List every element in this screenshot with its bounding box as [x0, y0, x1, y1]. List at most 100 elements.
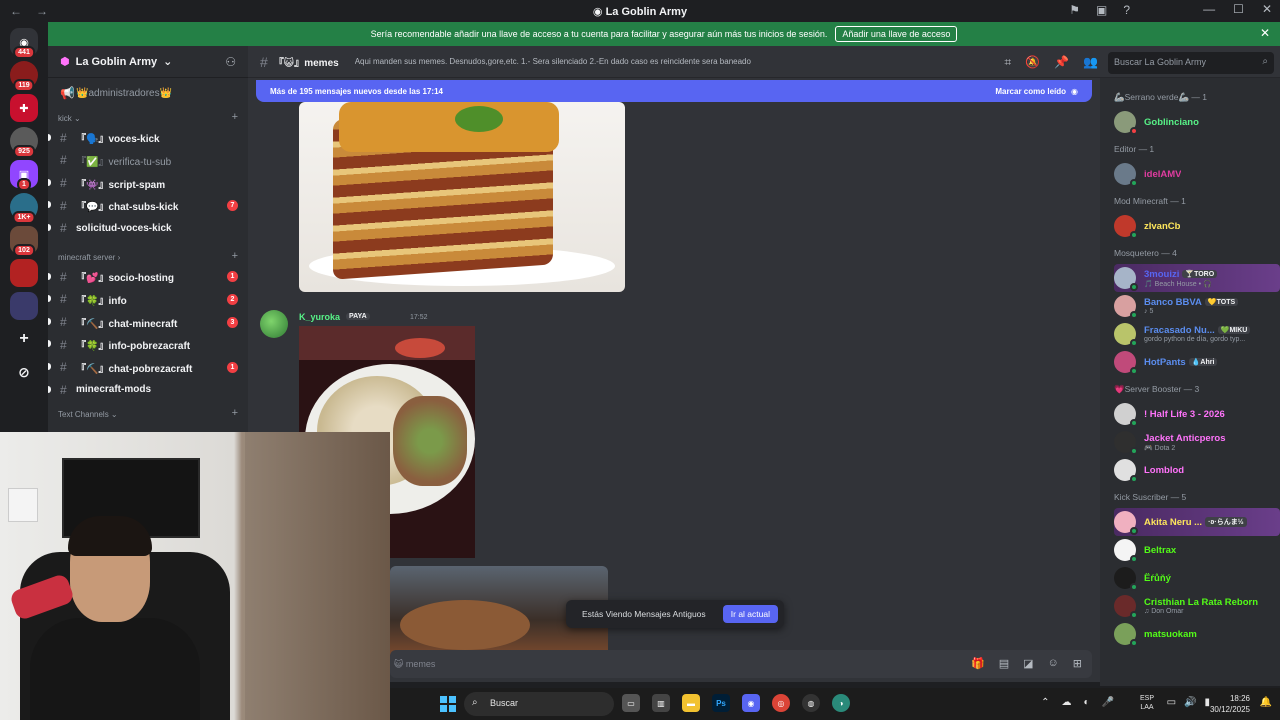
language-indicator[interactable]: ESP LAA [1140, 694, 1154, 712]
windows-start-icon[interactable] [440, 696, 456, 712]
member-name-row: Cristhian La Rata Reborn [1144, 597, 1258, 608]
microphone-icon[interactable]: 🎤 [1102, 697, 1114, 708]
close-icon[interactable]: ✕ [1260, 26, 1270, 40]
channel-item[interactable]: # 『🍀』info 2 [48, 288, 248, 311]
member-item[interactable]: ! Half Life 3 - 2026 [1114, 400, 1272, 428]
category-minecraft-server[interactable]: minecraft server › + [48, 244, 248, 266]
member-item[interactable]: 3mouizi 🍸TORO 🎵 Beach House • 🎧 [1114, 264, 1280, 292]
guild-tag[interactable]: ·ʚ·らんま½ [1205, 516, 1247, 527]
new-messages-bar[interactable]: Más de 195 mensajes nuevos desde las 17:… [256, 80, 1092, 102]
mark-read-button[interactable]: Marcar como leído [995, 87, 1066, 96]
obs-icon[interactable]: ◍ [802, 694, 820, 712]
server-icon-2[interactable]: ✚ [10, 94, 38, 122]
task-view-icon[interactable]: ▭ [622, 694, 640, 712]
member-item[interactable]: matsuokam [1114, 620, 1272, 648]
direct-messages-icon[interactable]: ◉ 441 [10, 28, 38, 59]
add-channel-icon[interactable]: + [232, 111, 238, 123]
member-item[interactable]: Jacket Anticperos 🎮 Dota 2 [1114, 428, 1272, 456]
add-passkey-button[interactable]: Añadir una llave de acceso [835, 26, 958, 42]
file-explorer-icon[interactable]: ▬ [682, 694, 700, 712]
guild-tag[interactable]: 💚MIKU [1217, 326, 1251, 335]
guild-tag[interactable]: 🍸TORO [1182, 269, 1218, 278]
channel-item[interactable]: # 『✅』verifica-tu-sub [48, 149, 248, 172]
gif-icon[interactable]: ▤ [999, 657, 1009, 670]
guild-tag[interactable]: 💧Ahri [1188, 357, 1218, 366]
close-window-icon[interactable]: ✕ [1262, 2, 1272, 16]
member-item[interactable]: Fracasado Nu... 💚MIKU gordo python de día,… [1114, 320, 1272, 348]
member-item[interactable]: Goblinciano [1114, 108, 1272, 136]
server-icon-7[interactable] [10, 259, 38, 287]
network-tray-icon[interactable]: ◐ [1084, 697, 1090, 708]
channel-item[interactable]: # 『💕』socio-hosting 1 [48, 266, 248, 289]
channel-item[interactable]: # 『⛏️』chat-minecraft 3 [48, 311, 248, 334]
channel-item[interactable]: # minecraft-mods [48, 379, 248, 402]
help-icon[interactable]: ? [1123, 3, 1130, 17]
onedrive-icon[interactable]: ☁ [1062, 697, 1072, 708]
message-author[interactable]: K_yuroka [299, 312, 340, 322]
server-icon-5[interactable]: 1K+ [10, 193, 38, 224]
threads-icon[interactable]: ⌗ [1004, 55, 1011, 70]
channel-topic[interactable]: Aqui manden sus memes. Desnudos,gore,etc… [355, 57, 751, 66]
discover-icon[interactable]: ⊘ [10, 358, 38, 386]
channel-item[interactable]: # 『⛏️』chat-pobrezacraft 1 [48, 356, 248, 379]
member-item[interactable]: Ёŕůňý [1114, 564, 1272, 592]
app-globe-icon[interactable]: ◑ [832, 694, 850, 712]
member-list-icon[interactable]: 👥 [1083, 55, 1098, 70]
channel-item[interactable]: # solicitud-voces-kick [48, 217, 248, 240]
category-kick[interactable]: kick ⌄ + [48, 105, 248, 127]
printer-icon[interactable]: ▥ [652, 694, 670, 712]
emoji-icon[interactable]: ☺ [1048, 657, 1059, 670]
avatar[interactable] [260, 310, 288, 338]
jump-to-present-button[interactable]: Ir al actual [722, 605, 778, 623]
guild-tag[interactable]: 💛TOTS [1204, 298, 1239, 307]
member-item[interactable]: idelAMV [1114, 160, 1272, 188]
search-input[interactable]: Buscar La Goblin Army ⌕ [1108, 52, 1274, 74]
member-item[interactable]: HotPants 💧Ahri [1114, 348, 1272, 376]
server-header[interactable]: ⬢ La Goblin Army ⌄ ⚇ [48, 46, 248, 78]
discord-icon[interactable]: ◉ [742, 694, 760, 712]
apps-icon[interactable]: ⊞ [1073, 657, 1082, 670]
member-item[interactable]: Lomblod [1114, 456, 1272, 484]
quick-settings[interactable]: ▭ 🔊 ▮ [1167, 697, 1210, 708]
maximize-icon[interactable]: ☐ [1233, 2, 1244, 16]
add-server-icon[interactable]: + [10, 325, 38, 353]
channel-item[interactable]: # 『🗣️』voces-kick [48, 127, 248, 150]
member-item[interactable]: Cristhian La Rata Reborn ♫ Don Omar [1114, 592, 1272, 620]
member-item[interactable]: Akita Neru ... ·ʚ·らんま½ [1114, 508, 1280, 536]
chevron-up-icon[interactable]: ⌃ [1041, 697, 1049, 708]
taskbar-search[interactable]: ⌕ Buscar [464, 692, 614, 716]
inbox-icon[interactable]: ▣ [1096, 3, 1107, 17]
message-composer[interactable]: 😺 memes 🎁 ▤ ◪ ☺ ⊞ [390, 650, 1092, 678]
forward-arrow-icon[interactable]: → [36, 4, 48, 18]
server-icon-3[interactable]: 925 [10, 127, 38, 158]
photoshop-icon[interactable]: Ps [712, 694, 730, 712]
lasagna-image[interactable] [299, 102, 625, 292]
add-channel-icon[interactable]: + [232, 407, 238, 419]
member-item[interactable]: zIvanCb [1114, 212, 1272, 240]
member-item[interactable]: Banco BBVA 💛TOTS ♪ 5 [1114, 292, 1272, 320]
channel-item[interactable]: # 『💬』chat-subs-kick 7 [48, 194, 248, 217]
server-icon-4[interactable]: ▣ 1 [10, 160, 38, 191]
pin-icon[interactable]: 📌 [1054, 55, 1069, 70]
add-channel-icon[interactable]: + [232, 250, 238, 262]
minimize-icon[interactable]: — [1203, 2, 1215, 16]
guild-tag[interactable]: PAYA [346, 313, 370, 320]
server-icon-6[interactable]: 102 [10, 226, 38, 257]
invite-icon[interactable]: ⚇ [225, 55, 236, 69]
flag-icon[interactable]: ⚑ [1069, 3, 1080, 17]
notification-bell-icon[interactable]: 🔔 [1260, 697, 1272, 708]
status-dot [1130, 639, 1138, 647]
clock[interactable]: 18:26 30/12/2025 [1210, 693, 1250, 715]
chrome-icon[interactable]: ◎ [772, 694, 790, 712]
server-icon-1[interactable]: 119 [10, 61, 38, 92]
channel-item[interactable]: # 『👾』script-spam [48, 172, 248, 195]
channel-item[interactable]: # 『🍀』info-pobrezacraft [48, 333, 248, 356]
member-item[interactable]: Beltrax [1114, 536, 1272, 564]
server-icon-8[interactable] [10, 292, 38, 320]
channel-administradores[interactable]: 📢 👑administradores👑 [48, 82, 248, 105]
sticker-icon[interactable]: ◪ [1023, 657, 1033, 670]
category-text-channels[interactable]: Text Channels ⌄ + [48, 401, 248, 423]
gift-icon[interactable]: 🎁 [971, 657, 985, 670]
back-arrow-icon[interactable]: ← [10, 4, 22, 18]
notifications-muted-icon[interactable]: 🔕 [1025, 55, 1040, 70]
